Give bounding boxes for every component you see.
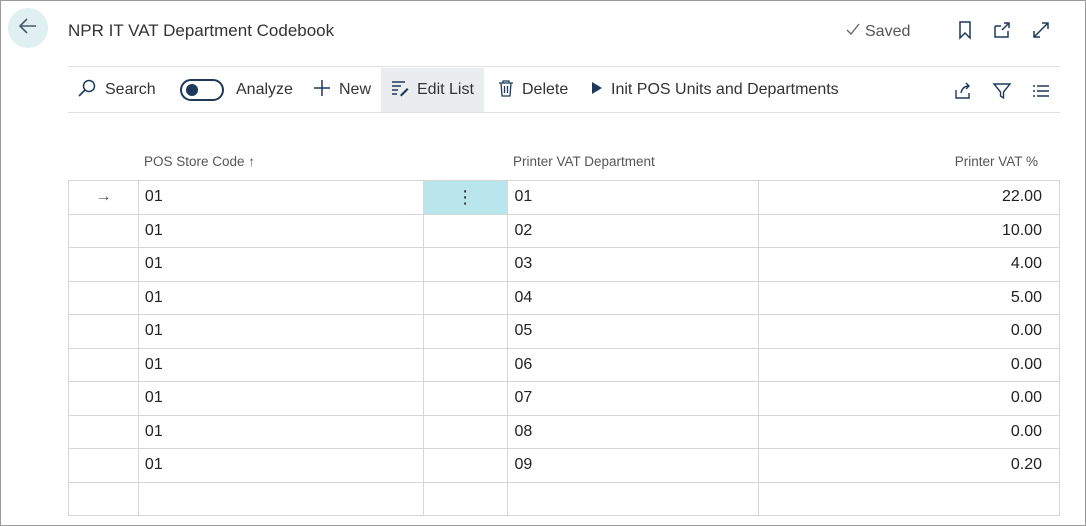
row-indicator — [69, 449, 139, 482]
column-header-printer-vat-percent[interactable]: Printer VAT % — [955, 154, 1038, 169]
printer-vat-percent-cell[interactable]: 0.00 — [759, 315, 1060, 348]
edit-list-button[interactable]: Edit List — [381, 68, 484, 112]
printer-vat-percent-cell[interactable]: 0.20 — [759, 449, 1060, 482]
analyze-label: Analyze — [236, 81, 293, 98]
printer-vat-department-cell[interactable]: 04 — [508, 281, 760, 314]
row-indicator — [69, 382, 139, 415]
table-row[interactable]: → 01 ⋮ 01 22.00 — [69, 181, 1060, 215]
bookmark-icon[interactable] — [954, 19, 976, 41]
expand-icon[interactable] — [1030, 19, 1052, 41]
search-icon — [77, 78, 97, 103]
init-label: Init POS Units and Departments — [611, 81, 839, 98]
table-row[interactable]: 01 08 0.00 — [69, 415, 1060, 449]
search-button[interactable]: Search — [77, 68, 156, 112]
back-button[interactable] — [8, 8, 48, 48]
row-menu-cell[interactable] — [424, 382, 508, 415]
column-header-pos-store-code[interactable]: POS Store Code ↑ — [144, 154, 255, 169]
table-row[interactable]: 01 07 0.00 — [69, 382, 1060, 416]
pos-store-code-cell[interactable]: 01 — [139, 248, 424, 281]
filter-icon[interactable] — [991, 80, 1013, 102]
table-row[interactable]: 01 06 0.00 — [69, 348, 1060, 382]
row-indicator — [69, 315, 139, 348]
back-arrow-icon — [17, 15, 39, 42]
printer-vat-percent-cell[interactable]: 0.00 — [759, 415, 1060, 448]
printer-vat-department-cell[interactable]: 09 — [508, 449, 760, 482]
toolbar-divider — [68, 112, 1060, 113]
plus-icon — [313, 79, 331, 102]
pos-store-code-cell[interactable]: 01 — [139, 449, 424, 482]
action-bar: Search Analyze New Edit List Delete Init… — [68, 68, 1060, 112]
delete-label: Delete — [522, 81, 569, 98]
page-title: NPR IT VAT Department Codebook — [68, 21, 335, 40]
printer-vat-percent-cell[interactable]: 0.00 — [759, 382, 1060, 415]
printer-vat-percent-cell[interactable]: 0.00 — [759, 348, 1060, 381]
printer-vat-department-cell[interactable]: 02 — [508, 214, 760, 247]
analyze-toggle[interactable]: Analyze — [180, 68, 293, 112]
row-menu-button[interactable]: ⋮ — [423, 181, 508, 214]
pos-store-code-cell[interactable]: 01 — [139, 382, 424, 415]
pos-store-code-cell[interactable]: 01 — [139, 348, 424, 381]
trash-icon — [498, 79, 514, 102]
data-grid: → 01 ⋮ 01 22.00 01 02 10.00 01 03 4.00 0… — [68, 180, 1060, 516]
row-indicator — [69, 348, 139, 381]
row-menu-cell[interactable] — [424, 348, 508, 381]
printer-vat-percent-cell[interactable]: 4.00 — [759, 248, 1060, 281]
printer-vat-percent-cell[interactable]: 5.00 — [759, 281, 1060, 314]
open-in-new-window-icon[interactable] — [991, 19, 1013, 41]
printer-vat-department-cell[interactable]: 06 — [508, 348, 760, 381]
pos-store-code-cell[interactable]: 01 — [139, 181, 424, 214]
pos-store-code-cell[interactable]: 01 — [139, 415, 424, 448]
printer-vat-department-cell[interactable]: 08 — [508, 415, 760, 448]
new-button[interactable]: New — [313, 68, 371, 112]
play-icon — [591, 81, 603, 100]
saved-label: Saved — [865, 22, 911, 40]
table-row[interactable]: 01 09 0.20 — [69, 449, 1060, 483]
pos-store-code-cell[interactable]: 01 — [139, 315, 424, 348]
list-view-icon[interactable] — [1030, 80, 1052, 102]
table-row[interactable]: 01 05 0.00 — [69, 315, 1060, 349]
printer-vat-percent-cell[interactable]: 10.00 — [759, 214, 1060, 247]
table-row[interactable]: 01 04 5.00 — [69, 281, 1060, 315]
row-menu-cell[interactable] — [424, 482, 508, 515]
row-menu-cell[interactable] — [424, 315, 508, 348]
printer-vat-percent-cell[interactable]: 22.00 — [759, 181, 1060, 214]
new-label: New — [339, 81, 372, 98]
printer-vat-department-cell[interactable]: 05 — [508, 315, 760, 348]
row-menu-cell[interactable] — [424, 415, 508, 448]
row-menu-cell[interactable] — [424, 449, 508, 482]
row-indicator — [69, 248, 139, 281]
edit-list-icon — [391, 79, 409, 102]
search-label: Search — [105, 81, 156, 98]
saved-status: Saved — [845, 21, 910, 42]
row-indicator — [69, 482, 139, 515]
table-row[interactable]: 01 02 10.00 — [69, 214, 1060, 248]
header-divider — [68, 66, 1060, 67]
row-menu-cell[interactable] — [424, 281, 508, 314]
printer-vat-department-cell[interactable] — [508, 482, 760, 515]
pos-store-code-cell[interactable] — [139, 482, 424, 515]
printer-vat-department-cell[interactable]: 01 — [508, 181, 760, 214]
row-indicator — [69, 281, 139, 314]
printer-vat-department-cell[interactable]: 07 — [508, 382, 760, 415]
checkmark-icon — [845, 21, 861, 42]
printer-vat-department-cell[interactable]: 03 — [508, 248, 760, 281]
row-menu-cell[interactable] — [424, 248, 508, 281]
row-menu-cell[interactable] — [424, 214, 508, 247]
pos-store-code-cell[interactable]: 01 — [139, 214, 424, 247]
analyze-switch[interactable] — [180, 79, 224, 101]
pos-store-code-cell[interactable]: 01 — [139, 281, 424, 314]
share-icon[interactable] — [952, 80, 974, 102]
init-pos-units-button[interactable]: Init POS Units and Departments — [591, 68, 839, 112]
printer-vat-percent-cell[interactable] — [759, 482, 1060, 515]
row-indicator — [69, 415, 139, 448]
table-row[interactable]: 01 03 4.00 — [69, 248, 1060, 282]
page-frame: NPR IT VAT Department Codebook Saved Sea… — [0, 0, 1086, 526]
edit-list-label: Edit List — [417, 81, 474, 98]
column-header-printer-vat-department[interactable]: Printer VAT Department — [513, 154, 655, 169]
new-row[interactable] — [69, 482, 1060, 516]
row-indicator — [69, 214, 139, 247]
current-row-indicator: → — [69, 181, 139, 214]
delete-button[interactable]: Delete — [498, 68, 568, 112]
